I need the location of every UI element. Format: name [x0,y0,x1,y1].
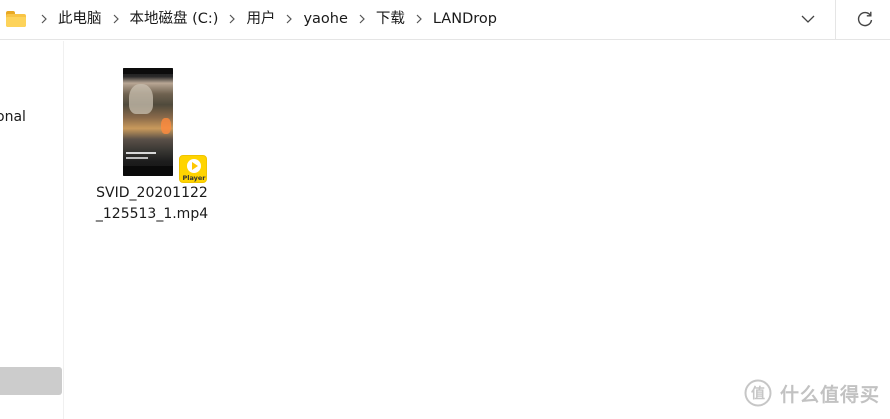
player-badge: Player [179,155,207,183]
history-dropdown-button[interactable] [791,2,825,36]
chevron-right-icon[interactable] [282,0,296,38]
svg-text:值: 值 [751,385,765,402]
refresh-icon [857,11,873,27]
nav-item-partial[interactable]: onal [0,109,26,125]
breadcrumb-item-user[interactable]: yaohe [299,0,351,38]
folder-icon [6,11,26,27]
file-name: SVID_20201122 _125513_1.mp4 [92,183,212,225]
chevron-right-icon[interactable] [412,0,426,38]
breadcrumb-item-this-pc[interactable]: 此电脑 [54,0,106,38]
breadcrumb: 此电脑 本地磁盘 (C:) 用户 yaohe 下载 LANDrop [6,0,501,38]
address-bar[interactable]: 此电脑 本地磁盘 (C:) 用户 yaohe 下载 LANDrop [0,0,890,40]
breadcrumb-item-local-disk[interactable]: 本地磁盘 (C:) [126,0,223,38]
chevron-right-icon[interactable] [37,0,51,38]
file-explorer-window: 此电脑 本地磁盘 (C:) 用户 yaohe 下载 LANDrop nal Pl… [0,0,890,419]
file-name-line1: SVID_20201122 [96,185,208,201]
nav-item-selected[interactable] [0,367,62,395]
divider [835,0,836,39]
chevron-down-icon [801,15,815,23]
file-item[interactable]: Player SVID_20201122 _125513_1.mp4 [92,65,212,229]
breadcrumb-item-downloads[interactable]: 下载 [372,0,409,38]
breadcrumb-item-landrop[interactable]: LANDrop [429,0,501,38]
navigation-pane[interactable]: onal [0,41,64,419]
chevron-right-icon[interactable] [225,0,239,38]
chevron-right-icon[interactable] [355,0,369,38]
breadcrumb-item-users[interactable]: 用户 [242,0,279,38]
watermark: 值 什么值得买 [744,379,880,407]
refresh-button[interactable] [848,2,882,36]
video-thumbnail [123,68,173,176]
chevron-right-icon[interactable] [109,0,123,38]
smzdm-logo-icon: 值 [744,379,772,407]
file-name-line2: _125513_1.mp4 [95,206,209,222]
watermark-text: 什么值得买 [779,383,880,406]
address-bar-actions [791,0,890,39]
player-badge-label: Player [182,174,206,182]
file-list[interactable]: Player SVID_20201122 _125513_1.mp4 值 什么值… [65,41,890,419]
play-icon [187,159,201,173]
